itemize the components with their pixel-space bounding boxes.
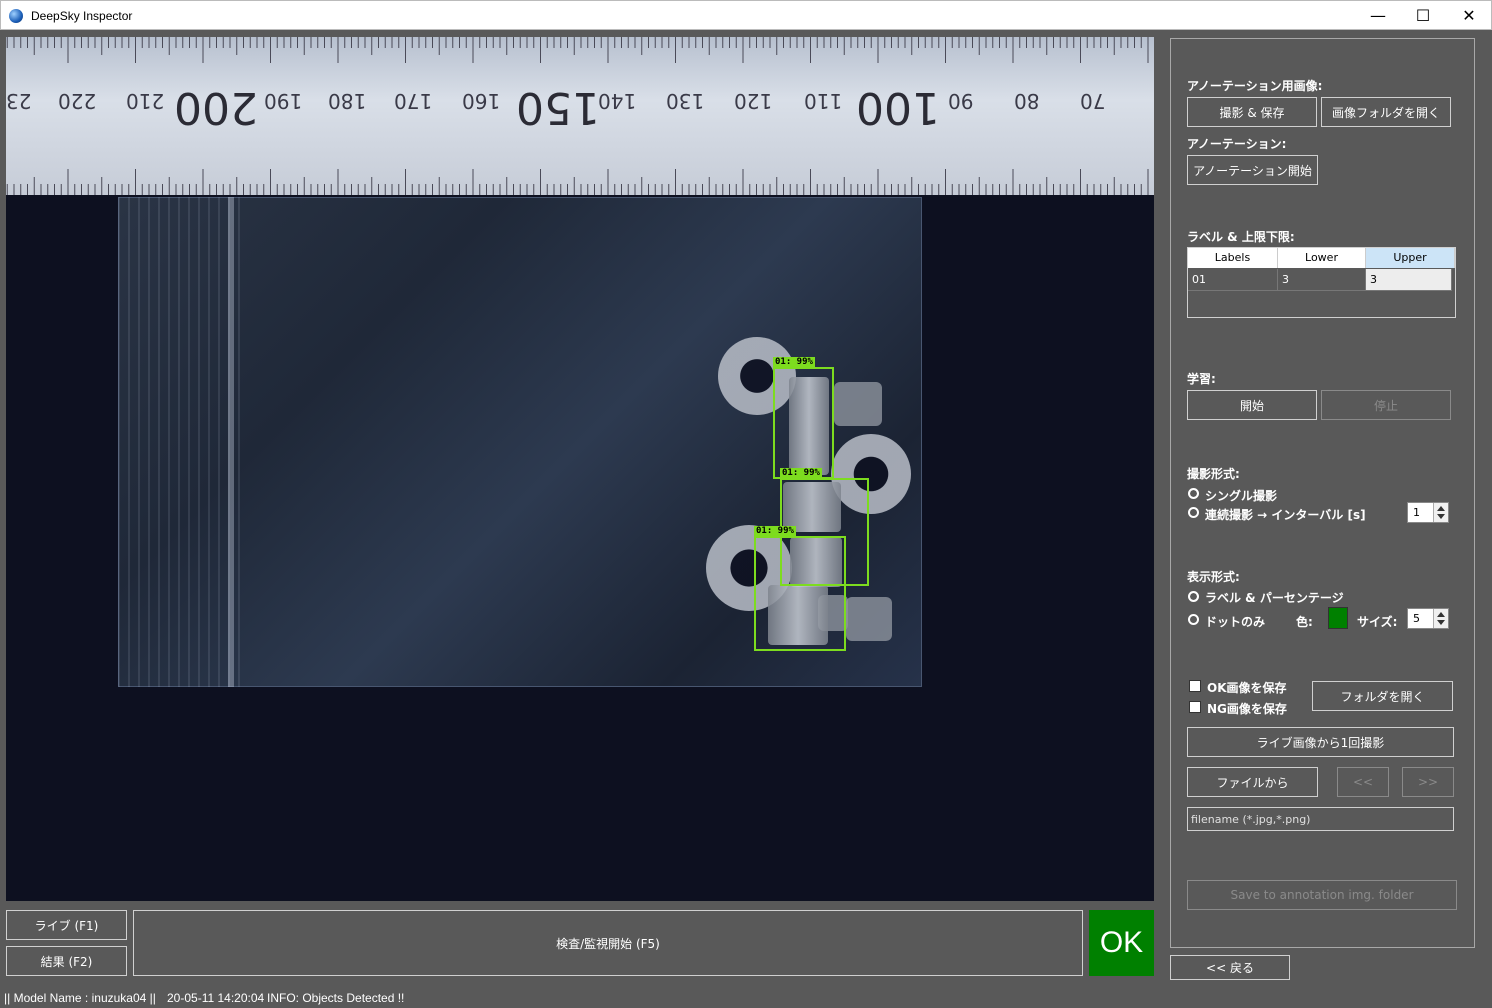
arrow-down-icon[interactable] <box>1437 620 1445 625</box>
capture-continuous-label: 連続撮影 → インターバル [s] <box>1205 508 1366 522</box>
close-button[interactable]: ✕ <box>1446 1 1492 30</box>
open-folder-button[interactable]: フォルダを開く <box>1312 681 1453 711</box>
ruler-number: 80 <box>1014 89 1040 113</box>
interval-stepper-arrows[interactable] <box>1433 503 1448 522</box>
ruler-number: 220 <box>58 89 97 113</box>
open-image-folder-button[interactable]: 画像フォルダを開く <box>1321 97 1451 127</box>
back-button[interactable]: << 戻る <box>1170 955 1290 980</box>
table-header[interactable]: Lower <box>1278 248 1366 268</box>
label-limits-heading: ラベル & 上限下限: <box>1187 230 1295 244</box>
capture-continuous-radio[interactable] <box>1188 507 1199 518</box>
ruler-number: 23 <box>6 89 32 113</box>
ruler-number: 140 <box>598 89 637 113</box>
interval-value: 1 <box>1413 506 1420 519</box>
result-button[interactable]: 結果 (F2) <box>6 946 127 976</box>
save-ng-checkbox[interactable] <box>1189 701 1201 713</box>
annotation-image-heading: アノーテーション用画像: <box>1187 79 1323 93</box>
capture-single-radio[interactable] <box>1188 488 1199 499</box>
table-cell-label[interactable]: 01 <box>1188 269 1278 291</box>
table-cell-upper[interactable]: 3 <box>1366 269 1452 291</box>
result-status-indicator: OK <box>1089 910 1154 976</box>
ruler-number: 180 <box>328 89 367 113</box>
save-ng-label: NG画像を保存 <box>1207 702 1287 716</box>
camera-view: 23 220 210 200 190 180 170 160 150 140 130 120 110 10… <box>6 37 1154 901</box>
ruler-number: 150 <box>516 82 600 133</box>
next-image-button[interactable]: >> <box>1402 767 1454 797</box>
status-model-name: || Model Name : inuzuka04 || <box>4 991 156 1005</box>
hex-nut <box>834 382 882 426</box>
status-bar: || Model Name : inuzuka04 || 20-05-11 14… <box>0 986 1492 1008</box>
ruler-number: 210 <box>126 89 165 113</box>
status-info: INFO: Objects Detected !! <box>267 991 405 1005</box>
ruler-image: 23 220 210 200 190 180 170 160 150 140 130 120 110 10… <box>6 37 1154 195</box>
prev-image-button[interactable]: << <box>1337 767 1389 797</box>
detection-box <box>773 367 834 479</box>
ruler-number: 100 <box>856 82 940 133</box>
size-stepper-arrows[interactable] <box>1433 609 1448 628</box>
display-label-pct-radio[interactable] <box>1188 591 1199 602</box>
detection-box <box>754 536 846 651</box>
title-bar: DeepSky Inspector — ☐ ✕ <box>0 0 1492 30</box>
start-inspection-button[interactable]: 検査/監視開始 (F5) <box>133 910 1083 976</box>
ruler-number: 70 <box>1080 89 1106 113</box>
from-file-button[interactable]: ファイルから <box>1187 767 1318 797</box>
table-header[interactable]: Upper <box>1366 248 1455 268</box>
start-annotation-button[interactable]: アノーテーション開始 <box>1187 155 1318 185</box>
detection-label: 01: 99% <box>773 357 815 367</box>
learning-start-button[interactable]: 開始 <box>1187 390 1317 420</box>
color-label: 色: <box>1296 615 1313 629</box>
status-timestamp: 20-05-11 14:20:04 <box>167 991 265 1005</box>
capture-once-button[interactable]: ライブ画像から1回撮影 <box>1187 727 1454 757</box>
capture-mode-heading: 撮影形式: <box>1187 467 1240 481</box>
dot-color-swatch[interactable] <box>1328 607 1348 629</box>
display-mode-heading: 表示形式: <box>1187 570 1240 584</box>
arrow-down-icon[interactable] <box>1437 514 1445 519</box>
maximize-button[interactable]: ☐ <box>1400 1 1446 30</box>
ruler-number: 130 <box>666 89 705 113</box>
arrow-up-icon[interactable] <box>1437 612 1445 617</box>
interval-stepper[interactable]: 1 <box>1407 502 1449 523</box>
ruler-number: 110 <box>804 89 843 113</box>
capture-single-label: シングル撮影 <box>1205 489 1278 503</box>
save-to-annotation-folder-button[interactable]: Save to annotation img. folder <box>1187 880 1457 910</box>
annotation-heading: アノーテーション: <box>1187 137 1287 151</box>
size-stepper[interactable]: 5 <box>1407 608 1449 629</box>
hex-nut <box>846 597 892 641</box>
live-button[interactable]: ライブ (F1) <box>6 910 127 940</box>
table-cell-lower[interactable]: 3 <box>1278 269 1366 291</box>
display-dot-only-label: ドットのみ <box>1205 615 1266 629</box>
ruler-number: 160 <box>462 89 501 113</box>
bag-zipper-line <box>228 197 234 687</box>
label-limits-table[interactable]: Labels Lower Upper 01 3 3 <box>1187 247 1456 318</box>
size-label: サイズ: <box>1357 615 1398 629</box>
capture-save-button[interactable]: 撮影 & 保存 <box>1187 97 1317 127</box>
minimize-button[interactable]: — <box>1355 1 1401 30</box>
display-dot-only-radio[interactable] <box>1188 614 1199 625</box>
learning-stop-button[interactable]: 停止 <box>1321 390 1451 420</box>
window-title: DeepSky Inspector <box>31 9 133 23</box>
arrow-up-icon[interactable] <box>1437 506 1445 511</box>
learning-heading: 学習: <box>1187 372 1216 386</box>
size-value: 5 <box>1413 612 1420 625</box>
save-ok-checkbox[interactable] <box>1189 680 1201 692</box>
ruler-number: 200 <box>174 82 258 133</box>
filename-input[interactable] <box>1187 807 1454 831</box>
ruler-number: 190 <box>264 89 303 113</box>
detection-label: 01: 99% <box>780 468 822 478</box>
ruler-number: 170 <box>394 89 433 113</box>
display-label-pct-label: ラベル & パーセンテージ <box>1205 591 1344 605</box>
app-logo-icon <box>9 9 23 23</box>
table-header[interactable]: Labels <box>1188 248 1278 268</box>
ruler-number: 90 <box>948 89 974 113</box>
ruler-number: 120 <box>734 89 773 113</box>
save-ok-label: OK画像を保存 <box>1207 681 1287 695</box>
detection-label: 01: 99% <box>754 526 796 536</box>
